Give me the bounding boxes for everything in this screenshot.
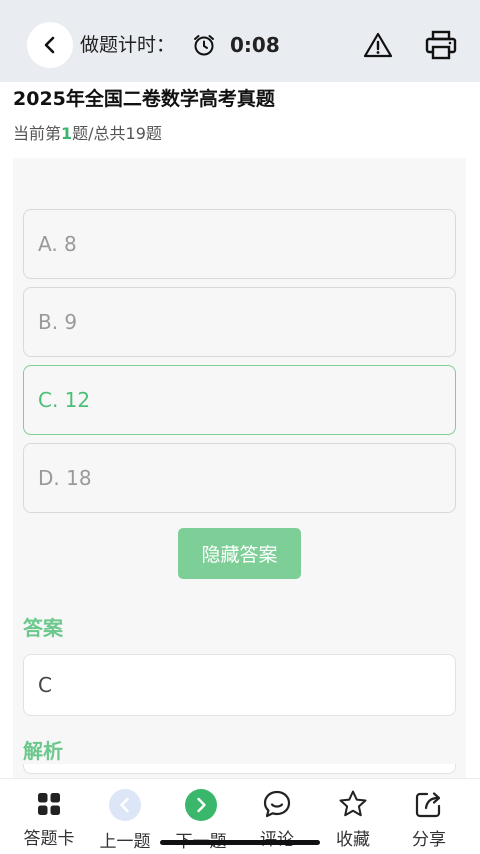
tab-share[interactable]: 分享 — [394, 789, 464, 850]
question-progress: 当前第1题/总共19题 — [13, 123, 162, 145]
analysis-box — [23, 764, 456, 774]
tab-label: 评论 — [260, 825, 294, 850]
comment-icon — [263, 790, 291, 818]
alarm-clock-icon — [194, 35, 214, 56]
grid-icon — [38, 792, 60, 815]
print-icon[interactable] — [424, 30, 458, 60]
tab-label: 分享 — [412, 830, 446, 850]
option-label: C. 12 — [38, 388, 91, 412]
home-indicator — [160, 840, 320, 845]
top-bar: 做题计时： 0:08 — [0, 0, 480, 82]
warning-icon[interactable] — [363, 31, 393, 59]
hide-answer-button[interactable]: 隐藏答案 — [178, 528, 301, 579]
tab-previous[interactable]: 上一题 — [90, 789, 160, 852]
answer-box: C — [23, 654, 456, 716]
option-a[interactable]: A. 8 — [23, 209, 456, 279]
answer-heading: 答案 — [23, 616, 63, 640]
analysis-heading: 解析 — [23, 739, 63, 763]
option-b[interactable]: B. 9 — [23, 287, 456, 357]
tab-label: 收藏 — [336, 830, 370, 850]
tab-answer-card[interactable]: 答题卡 — [14, 789, 84, 849]
chevron-left-icon — [109, 789, 141, 821]
timer-label: 做题计时： — [80, 34, 176, 56]
progress-prefix: 当前第 — [13, 124, 62, 143]
option-label: A. 8 — [38, 232, 77, 256]
option-label: D. 18 — [38, 466, 92, 490]
chevron-right-icon — [185, 789, 217, 821]
star-icon — [339, 790, 367, 817]
option-d[interactable]: D. 18 — [23, 443, 456, 513]
tab-favorite[interactable]: 收藏 — [318, 789, 388, 850]
exam-title: 2025年全国二卷数学高考真题 — [13, 88, 275, 110]
progress-suffix: 题/总共19题 — [72, 124, 162, 143]
option-label: B. 9 — [38, 310, 78, 334]
share-icon — [415, 792, 441, 818]
tab-label: 答题卡 — [23, 829, 75, 849]
tab-label: 上一题 — [99, 832, 151, 852]
back-button[interactable] — [27, 22, 73, 68]
option-c[interactable]: C. 12 — [23, 365, 456, 435]
chevron-left-icon — [44, 36, 55, 54]
progress-current: 1 — [61, 124, 73, 143]
timer-value: 0:08 — [230, 33, 280, 57]
answer-value: C — [38, 673, 52, 697]
